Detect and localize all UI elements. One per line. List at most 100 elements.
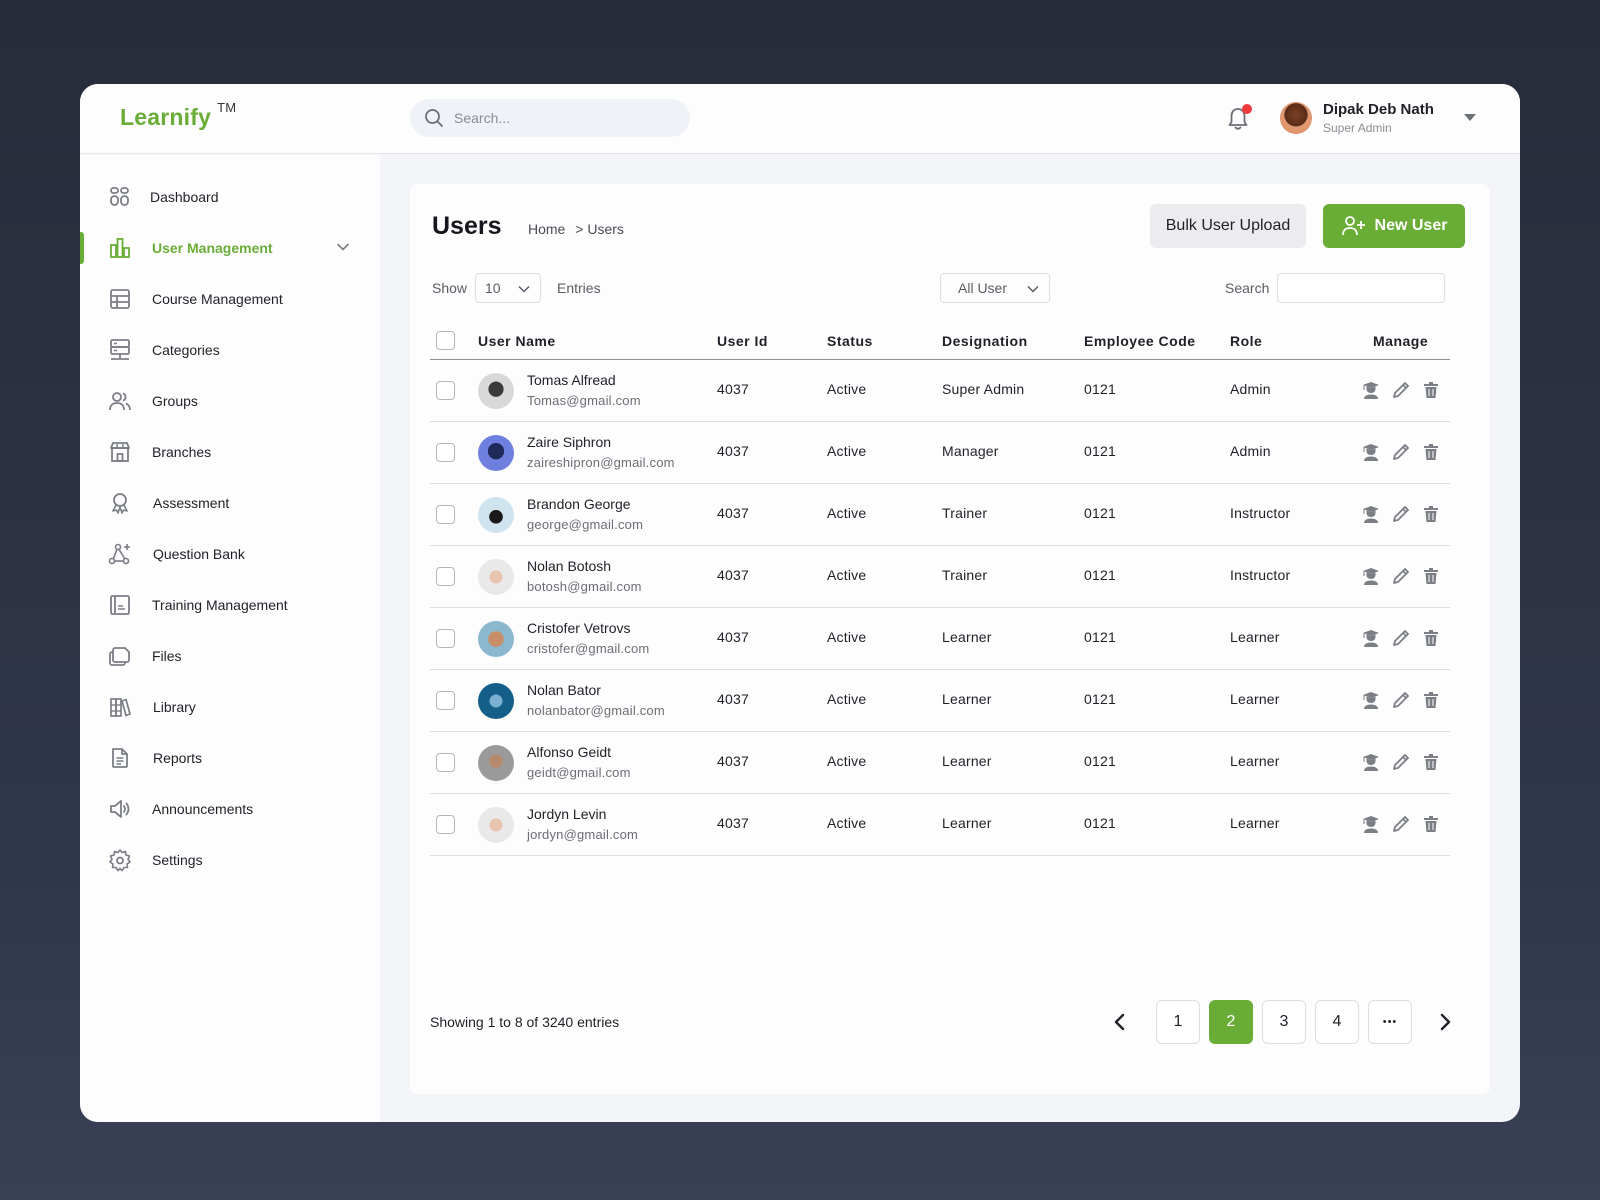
logo-text: Learnify: [120, 104, 212, 130]
trash-icon[interactable]: [1421, 380, 1441, 400]
entries-per-page-select[interactable]: 10: [475, 273, 541, 303]
sidebar-item-library[interactable]: Library: [80, 687, 380, 727]
column-header-user-name[interactable]: User Name: [478, 333, 556, 349]
user-name[interactable]: Cristofer Vetrovs: [527, 620, 630, 636]
table-search-input[interactable]: [1277, 273, 1445, 303]
row-checkbox[interactable]: [436, 753, 455, 772]
graduate-icon[interactable]: [1361, 442, 1381, 462]
graduate-icon[interactable]: [1361, 628, 1381, 648]
bulk-upload-button[interactable]: Bulk User Upload: [1150, 204, 1306, 248]
user-status: Active: [827, 443, 867, 459]
graduate-icon[interactable]: [1361, 814, 1381, 834]
graduate-icon[interactable]: [1361, 752, 1381, 772]
breadcrumb-home[interactable]: Home: [528, 221, 565, 237]
user-status: Active: [827, 691, 867, 707]
sidebar-item-announcements[interactable]: Announcements: [80, 789, 380, 829]
edit-icon[interactable]: [1391, 752, 1411, 772]
user-name[interactable]: Zaire Siphron: [527, 434, 611, 450]
edit-icon[interactable]: [1391, 566, 1411, 586]
row-checkbox[interactable]: [436, 381, 455, 400]
user-avatar: [478, 683, 514, 719]
row-checkbox[interactable]: [436, 629, 455, 648]
caret-down-icon[interactable]: [1464, 114, 1476, 121]
trash-icon[interactable]: [1421, 566, 1441, 586]
page-button[interactable]: 1: [1156, 1000, 1200, 1044]
column-header-employee-code[interactable]: Employee Code: [1084, 333, 1196, 349]
user-avatar: [478, 745, 514, 781]
chevron-right-icon[interactable]: [1435, 1012, 1455, 1032]
user-id: 4037: [717, 691, 749, 707]
sidebar-item-categories[interactable]: Categories: [80, 330, 380, 370]
user-name[interactable]: Nolan Botosh: [527, 558, 611, 574]
server-icon: [110, 339, 130, 360]
column-header-role[interactable]: Role: [1230, 333, 1262, 349]
user-filter-select[interactable]: All User: [940, 273, 1050, 303]
chevron-left-icon[interactable]: [1110, 1012, 1130, 1032]
user-name[interactable]: Brandon George: [527, 496, 631, 512]
global-search[interactable]: [410, 99, 690, 137]
new-user-button[interactable]: New User: [1323, 204, 1465, 248]
row-checkbox[interactable]: [436, 567, 455, 586]
pagination-more[interactable]: •••: [1368, 1000, 1412, 1044]
user-status: Active: [827, 381, 867, 397]
add-user-icon: [1341, 216, 1365, 236]
sidebar-item-user-management[interactable]: User Management: [80, 228, 380, 268]
graduate-icon[interactable]: [1361, 380, 1381, 400]
user-id: 4037: [717, 629, 749, 645]
logo[interactable]: Learnify TM: [120, 100, 236, 131]
user-id: 4037: [717, 815, 749, 831]
trash-icon[interactable]: [1421, 752, 1441, 772]
entries-select-value: 10: [485, 280, 501, 296]
user-name[interactable]: Alfonso Geidt: [527, 744, 611, 760]
document-icon: [112, 748, 128, 768]
sidebar-item-dashboard[interactable]: Dashboard: [80, 177, 380, 217]
column-header-designation[interactable]: Designation: [942, 333, 1028, 349]
graduate-icon[interactable]: [1361, 690, 1381, 710]
user-name[interactable]: Jordyn Levin: [527, 806, 606, 822]
edit-icon[interactable]: [1391, 628, 1411, 648]
page-button[interactable]: 3: [1262, 1000, 1306, 1044]
edit-icon[interactable]: [1391, 442, 1411, 462]
sidebar-item-files[interactable]: Files: [80, 636, 380, 676]
row-checkbox[interactable]: [436, 815, 455, 834]
sidebar-item-groups[interactable]: Groups: [80, 381, 380, 421]
sidebar-item-branches[interactable]: Branches: [80, 432, 380, 472]
sidebar-item-assessment[interactable]: Assessment: [80, 483, 380, 523]
sidebar-item-course-management[interactable]: Course Management: [80, 279, 380, 319]
row-checkbox[interactable]: [436, 443, 455, 462]
sidebar-item-question-bank[interactable]: Question Bank: [80, 534, 380, 574]
page-button[interactable]: 2: [1209, 1000, 1253, 1044]
sidebar-item-reports[interactable]: Reports: [80, 738, 380, 778]
trash-icon[interactable]: [1421, 628, 1441, 648]
column-header-user-id[interactable]: User Id: [717, 333, 768, 349]
trash-icon[interactable]: [1421, 504, 1441, 524]
chevron-down-icon: [1027, 285, 1039, 293]
global-search-input[interactable]: [454, 110, 674, 126]
user-name[interactable]: Nolan Bator: [527, 682, 601, 698]
trash-icon[interactable]: [1421, 814, 1441, 834]
edit-icon[interactable]: [1391, 380, 1411, 400]
files-icon: [109, 647, 130, 666]
sidebar-item-settings[interactable]: Settings: [80, 840, 380, 880]
sidebar-item-training-management[interactable]: Training Management: [80, 585, 380, 625]
breadcrumb-separator: >: [575, 221, 584, 237]
edit-icon[interactable]: [1391, 504, 1411, 524]
edit-icon[interactable]: [1391, 814, 1411, 834]
row-checkbox[interactable]: [436, 505, 455, 524]
select-all-checkbox[interactable]: [436, 331, 455, 350]
edit-icon[interactable]: [1391, 690, 1411, 710]
user-avatar: [478, 497, 514, 533]
new-user-label: New User: [1374, 217, 1448, 234]
profile-avatar[interactable]: [1280, 102, 1312, 134]
page-button[interactable]: 4: [1315, 1000, 1359, 1044]
user-name[interactable]: Tomas Alfread: [527, 372, 616, 388]
trash-icon[interactable]: [1421, 690, 1441, 710]
user-role: Instructor: [1230, 505, 1291, 521]
trash-icon[interactable]: [1421, 442, 1441, 462]
graduate-icon[interactable]: [1361, 504, 1381, 524]
graduate-icon[interactable]: [1361, 566, 1381, 586]
user-employee-code: 0121: [1084, 567, 1116, 583]
column-header-status[interactable]: Status: [827, 333, 873, 349]
chevron-down-icon[interactable]: [336, 240, 350, 254]
row-checkbox[interactable]: [436, 691, 455, 710]
